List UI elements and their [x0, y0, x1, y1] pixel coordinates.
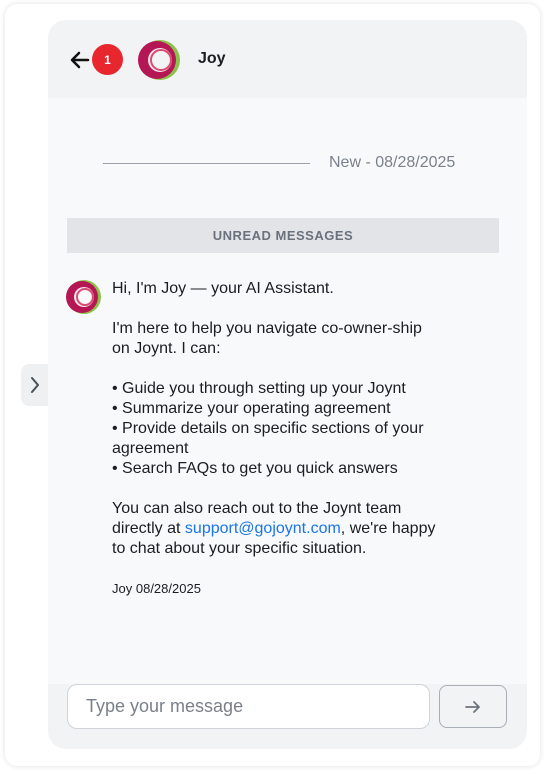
- arrow-right-icon: [465, 700, 480, 713]
- list-item: • Provide details on specific sections o…: [112, 420, 424, 457]
- chevron-right-icon: [30, 377, 39, 393]
- message-closing: You can also reach out to the Joynt team…: [112, 499, 442, 559]
- date-label: New - 08/28/2025: [329, 154, 456, 171]
- ring-logo-icon: [66, 280, 101, 314]
- message-timestamp: 08/28/2025: [135, 581, 201, 596]
- chat-header: 1 Joy: [48, 20, 527, 98]
- expand-sidebar-button[interactable]: [21, 364, 48, 406]
- message-history: New - 08/28/2025 UNREAD MESSAGES Hi, I'm…: [48, 98, 527, 684]
- list-item: • Guide you through setting up your Joyn…: [112, 380, 406, 397]
- send-button[interactable]: [439, 685, 507, 728]
- support-email-link[interactable]: support@gojoynt.com: [185, 520, 341, 537]
- chat-panel: 1 Joy New - 08/28/2025 UNREAD MESSAGES H…: [48, 20, 527, 749]
- arrow-left-icon: [70, 51, 90, 69]
- list-item: • Search FAQs to get you quick answers: [112, 460, 398, 477]
- capability-list: • Guide you through setting up your Joyn…: [112, 379, 442, 479]
- message-intro: I'm here to help you navigate co-owner-s…: [112, 320, 422, 357]
- joy-avatar: [138, 38, 182, 82]
- contact-name: Joy: [198, 50, 226, 67]
- message-input[interactable]: [68, 685, 429, 728]
- message-meta: Joy 08/28/2025: [112, 579, 442, 599]
- message-avatar: [66, 279, 102, 315]
- unread-count-badge: 1: [92, 44, 123, 75]
- message-greeting: Hi, I'm Joy — your AI Assistant.: [112, 280, 334, 297]
- date-divider-line: [103, 163, 310, 164]
- back-button[interactable]: [68, 48, 92, 72]
- ring-logo-icon: [138, 40, 180, 80]
- message-input-box[interactable]: [67, 684, 430, 729]
- message-sender: Joy: [112, 581, 133, 596]
- list-item: • Summarize your operating agreement: [112, 400, 391, 417]
- unread-messages-banner: UNREAD MESSAGES: [67, 218, 499, 253]
- assistant-message: Hi, I'm Joy — your AI Assistant. I'm her…: [112, 279, 442, 599]
